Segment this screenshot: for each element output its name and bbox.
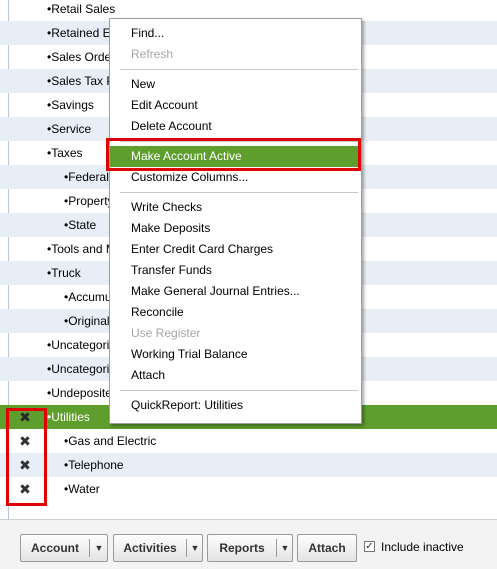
account-name: Federal — [68, 170, 109, 184]
menu-item-label: Write Checks — [131, 200, 203, 214]
menu-item[interactable]: Edit Account — [110, 95, 361, 116]
account-name: Truck — [51, 266, 81, 280]
account-name-cell: •Truck — [47, 261, 81, 285]
chevron-down-icon[interactable]: ▼ — [186, 535, 204, 561]
menu-item[interactable]: Delete Account — [110, 116, 361, 137]
account-name: Water — [68, 482, 100, 496]
account-row[interactable]: ✖ •Gas and Electric — [0, 429, 497, 453]
menu-item-label: Make Deposits — [131, 221, 211, 235]
menu-item-label: Delete Account — [131, 119, 212, 133]
account-name: State — [68, 218, 97, 232]
account-name: Service — [51, 122, 92, 136]
menu-item[interactable]: Working Trial Balance — [110, 344, 361, 365]
menu-item-label: Find... — [131, 26, 165, 40]
activities-button-label: Activities — [123, 541, 177, 555]
account-name: Retail Sales — [51, 2, 116, 16]
account-row[interactable]: ✖ •Telephone — [0, 453, 497, 477]
menu-item-label: Working Trial Balance — [131, 347, 248, 361]
account-name-cell: •Savings — [47, 93, 94, 117]
menu-item-label: QuickReport: Utilities — [131, 398, 244, 412]
account-name-cell: •Taxes — [47, 141, 83, 165]
menu-item-label: Enter Credit Card Charges — [131, 242, 274, 256]
menu-item-label: Use Register — [131, 326, 201, 340]
account-name-cell: •Property — [64, 189, 114, 213]
account-name-cell: •Retail Sales — [47, 0, 115, 21]
account-name: Utilities — [51, 410, 90, 424]
include-inactive-checkbox[interactable]: ✓ — [364, 541, 375, 552]
account-name: Taxes — [51, 146, 83, 160]
activities-menu-button[interactable]: Activities ▼ — [113, 534, 203, 562]
menu-item[interactable]: Reconcile — [110, 302, 361, 323]
menu-separator — [120, 69, 358, 70]
inactive-annotation-box — [6, 408, 47, 506]
menu-item-label: Attach — [131, 368, 166, 382]
account-name-cell: •State — [64, 213, 96, 237]
chevron-down-icon[interactable]: ▼ — [276, 535, 294, 561]
toolbar-divider — [0, 519, 497, 520]
menu-separator — [120, 192, 358, 193]
attach-button-label: Attach — [308, 541, 346, 555]
make-active-annotation-box — [106, 138, 361, 171]
account-name: Gas and Electric — [68, 434, 157, 448]
menu-item-label: Reconcile — [131, 305, 184, 319]
menu-item[interactable]: New — [110, 74, 361, 95]
menu-item[interactable]: Enter Credit Card Charges — [110, 239, 361, 260]
account-name: Savings — [51, 98, 94, 112]
account-name-cell: •Federal — [64, 165, 109, 189]
menu-item: Use Register — [110, 323, 361, 344]
menu-item-label: Transfer Funds — [131, 263, 212, 277]
account-name-cell: •Telephone — [64, 453, 124, 477]
account-menu-button[interactable]: Account ▼ — [20, 534, 108, 562]
attach-button[interactable]: Attach — [297, 534, 357, 562]
account-button-label: Account — [31, 541, 79, 555]
account-name: Property — [68, 194, 114, 208]
menu-item[interactable]: Find... — [110, 23, 361, 44]
menu-item-label: Edit Account — [131, 98, 198, 112]
account-name: Telephone — [68, 458, 124, 472]
chevron-down-icon[interactable]: ▼ — [90, 535, 108, 561]
reports-menu-button[interactable]: Reports ▼ — [207, 534, 293, 562]
menu-item-label: Make General Journal Entries... — [131, 284, 300, 298]
menu-item-label: New — [131, 77, 156, 91]
menu-item[interactable]: Make General Journal Entries... — [110, 281, 361, 302]
account-name-cell: •Water — [64, 477, 100, 501]
account-row[interactable]: ✖ •Water — [0, 477, 497, 501]
account-name-cell: •Service — [47, 117, 91, 141]
account-name-cell: •Gas and Electric — [64, 429, 156, 453]
menu-item: Refresh — [110, 44, 361, 65]
menu-item[interactable]: Write Checks — [110, 197, 361, 218]
context-menu[interactable]: Find... Refresh New Edit Account Delete Acco… — [109, 18, 362, 424]
menu-item[interactable]: QuickReport: Utilities — [110, 395, 361, 416]
account-name-cell: •Utilities — [47, 405, 90, 429]
menu-item[interactable]: Make Deposits — [110, 218, 361, 239]
reports-button-label: Reports — [219, 541, 265, 555]
menu-separator — [120, 390, 358, 391]
include-inactive-label[interactable]: Include inactive — [381, 539, 464, 555]
menu-item[interactable]: Transfer Funds — [110, 260, 361, 281]
check-icon: ✓ — [365, 541, 374, 552]
menu-item[interactable]: Attach — [110, 365, 361, 386]
menu-item-label: Refresh — [131, 47, 174, 61]
